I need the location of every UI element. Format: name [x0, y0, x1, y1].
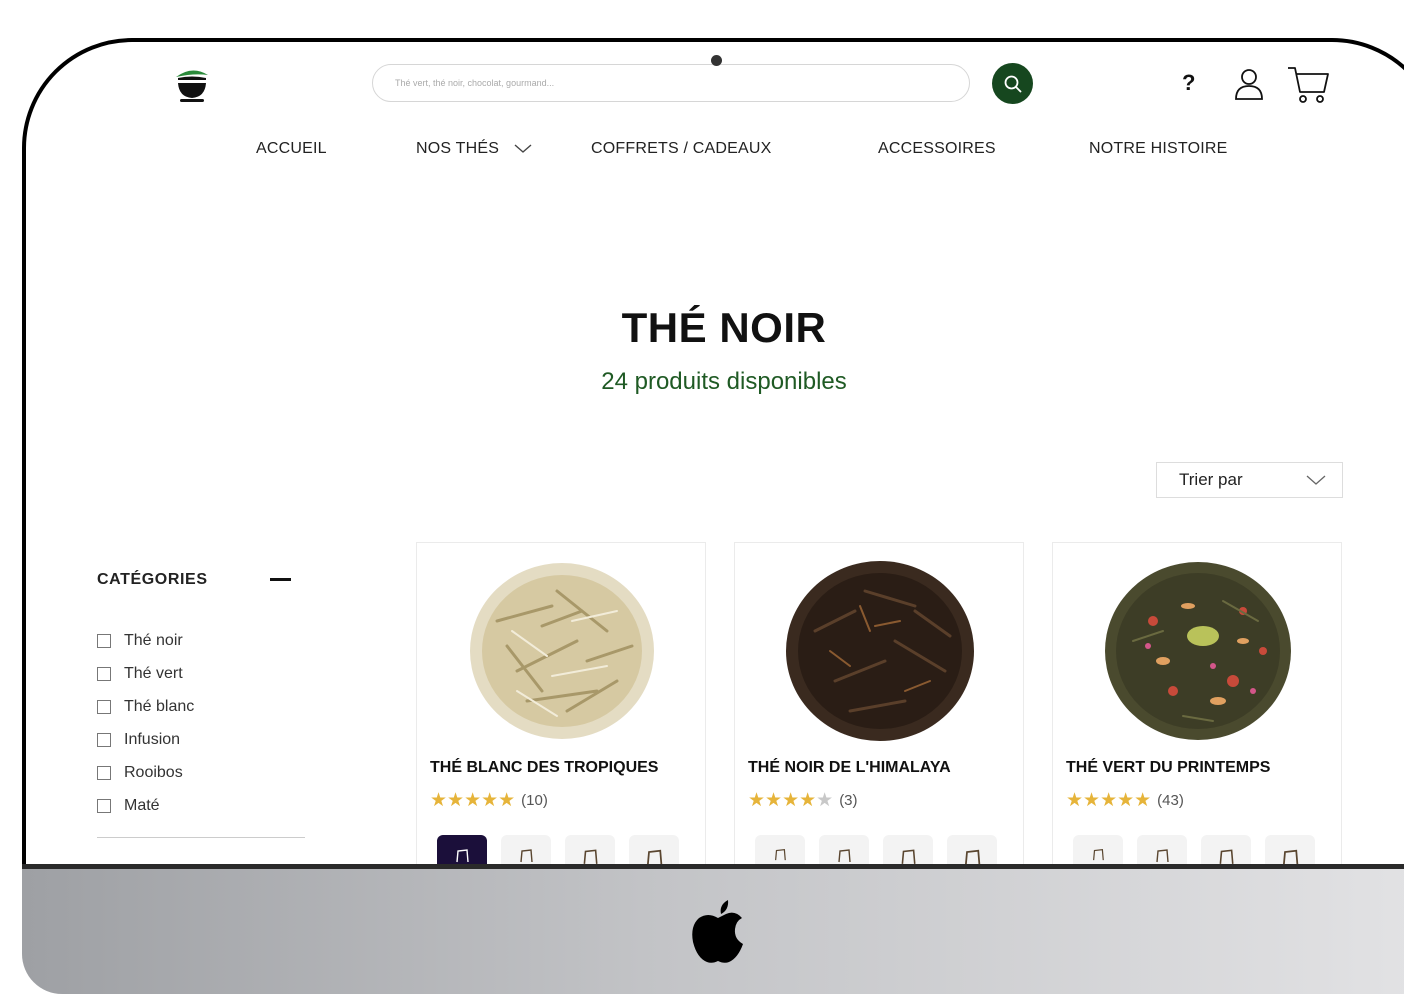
search-input[interactable]	[373, 65, 969, 101]
category-item[interactable]: Maté	[97, 789, 194, 822]
category-item[interactable]: Thé vert	[97, 657, 194, 690]
tea-bag-icon	[901, 849, 916, 864]
product-card[interactable]: THÉ VERT DU PRINTEMPS ★★★★★ (43)	[1052, 542, 1342, 875]
category-label: Infusion	[124, 730, 181, 748]
tea-bag-icon	[1156, 849, 1169, 863]
checkbox[interactable]	[97, 633, 111, 648]
nav-item-accessoires[interactable]: ACCESSOIRES	[878, 140, 996, 158]
product-rating: ★★★★★ (10)	[430, 789, 548, 812]
chevron-down-icon	[1306, 475, 1326, 485]
green-tea-image	[1105, 562, 1291, 740]
product-count: 24 produits disponibles	[601, 368, 847, 395]
search-icon	[1004, 75, 1021, 92]
product-rating: ★★★★★ (43)	[1066, 789, 1184, 812]
cart-icon[interactable]	[1286, 64, 1330, 106]
checkbox[interactable]	[97, 666, 111, 681]
category-item[interactable]: Thé blanc	[97, 690, 194, 723]
nav-item-coffrets[interactable]: COFFRETS / CADEAUX	[591, 140, 772, 158]
apple-logo-icon	[692, 900, 743, 963]
checkbox[interactable]	[97, 699, 111, 714]
tea-bag-icon	[1093, 848, 1104, 861]
tea-bag-icon	[838, 849, 851, 863]
product-rating: ★★★★★ (3)	[748, 789, 858, 812]
tea-cup-logo-icon[interactable]	[172, 67, 212, 103]
product-card[interactable]: THÉ NOIR DE L'HIMALAYA ★★★★★ (3)	[734, 542, 1024, 875]
search-button[interactable]	[992, 63, 1033, 104]
review-count: (10)	[521, 792, 548, 809]
nav-item-histoire[interactable]: NOTRE HISTOIRE	[1089, 140, 1228, 158]
checkbox[interactable]	[97, 798, 111, 813]
white-tea-image	[470, 563, 654, 739]
tea-bag-icon	[1219, 849, 1234, 864]
tea-bag-icon	[520, 849, 533, 863]
category-label: Thé blanc	[124, 697, 195, 715]
review-count: (43)	[1157, 792, 1184, 809]
screen: ? ACCUEIL NOS THÉS COFFRETS / CADEAUX AC…	[26, 42, 1404, 934]
camera-dot	[711, 55, 722, 66]
category-label: Rooibos	[124, 763, 183, 781]
tea-bag-icon	[583, 849, 598, 864]
sort-dropdown[interactable]: Trier par	[1156, 462, 1343, 498]
category-item[interactable]: Infusion	[97, 723, 194, 756]
category-label: Thé noir	[124, 631, 183, 649]
checkbox[interactable]	[97, 732, 111, 747]
page-title: THÉ NOIR	[621, 304, 827, 351]
nav-item-nos-thes[interactable]: NOS THÉS	[416, 140, 532, 158]
review-count: (3)	[839, 792, 858, 809]
sidebar-divider	[97, 837, 305, 838]
user-icon[interactable]	[1232, 66, 1266, 102]
chevron-down-icon	[514, 144, 532, 153]
collapse-minus-icon[interactable]	[270, 578, 291, 581]
black-tea-image	[786, 561, 974, 741]
device-frame: ? ACCUEIL NOS THÉS COFFRETS / CADEAUX AC…	[22, 38, 1404, 938]
nav-item-label: NOS THÉS	[416, 140, 500, 157]
category-label: Maté	[124, 796, 160, 814]
category-list: Thé noir Thé vert Thé blanc Infusion Roo…	[97, 624, 194, 822]
star-rating-icon: ★★★★★	[430, 790, 516, 811]
product-name[interactable]: THÉ VERT DU PRINTEMPS	[1066, 759, 1270, 777]
sort-label: Trier par	[1179, 470, 1243, 489]
star-rating-icon: ★★★★★	[1066, 790, 1152, 811]
product-name[interactable]: THÉ NOIR DE L'HIMALAYA	[748, 759, 951, 777]
categories-title: CATÉGORIES	[97, 571, 208, 588]
category-item[interactable]: Thé noir	[97, 624, 194, 657]
product-name[interactable]: THÉ BLANC DES TROPIQUES	[430, 759, 658, 777]
product-card[interactable]: THÉ BLANC DES TROPIQUES ★★★★★ (10)	[416, 542, 706, 875]
category-item[interactable]: Rooibos	[97, 756, 194, 789]
tea-bag-icon	[775, 848, 786, 861]
category-label: Thé vert	[124, 664, 183, 682]
tea-bag-icon	[456, 849, 469, 863]
search-bar[interactable]	[372, 64, 970, 102]
nav-item-accueil[interactable]: ACCUEIL	[256, 140, 327, 158]
checkbox[interactable]	[97, 765, 111, 780]
star-rating-icon: ★★★★★	[748, 790, 834, 811]
help-button[interactable]: ?	[1182, 70, 1195, 96]
